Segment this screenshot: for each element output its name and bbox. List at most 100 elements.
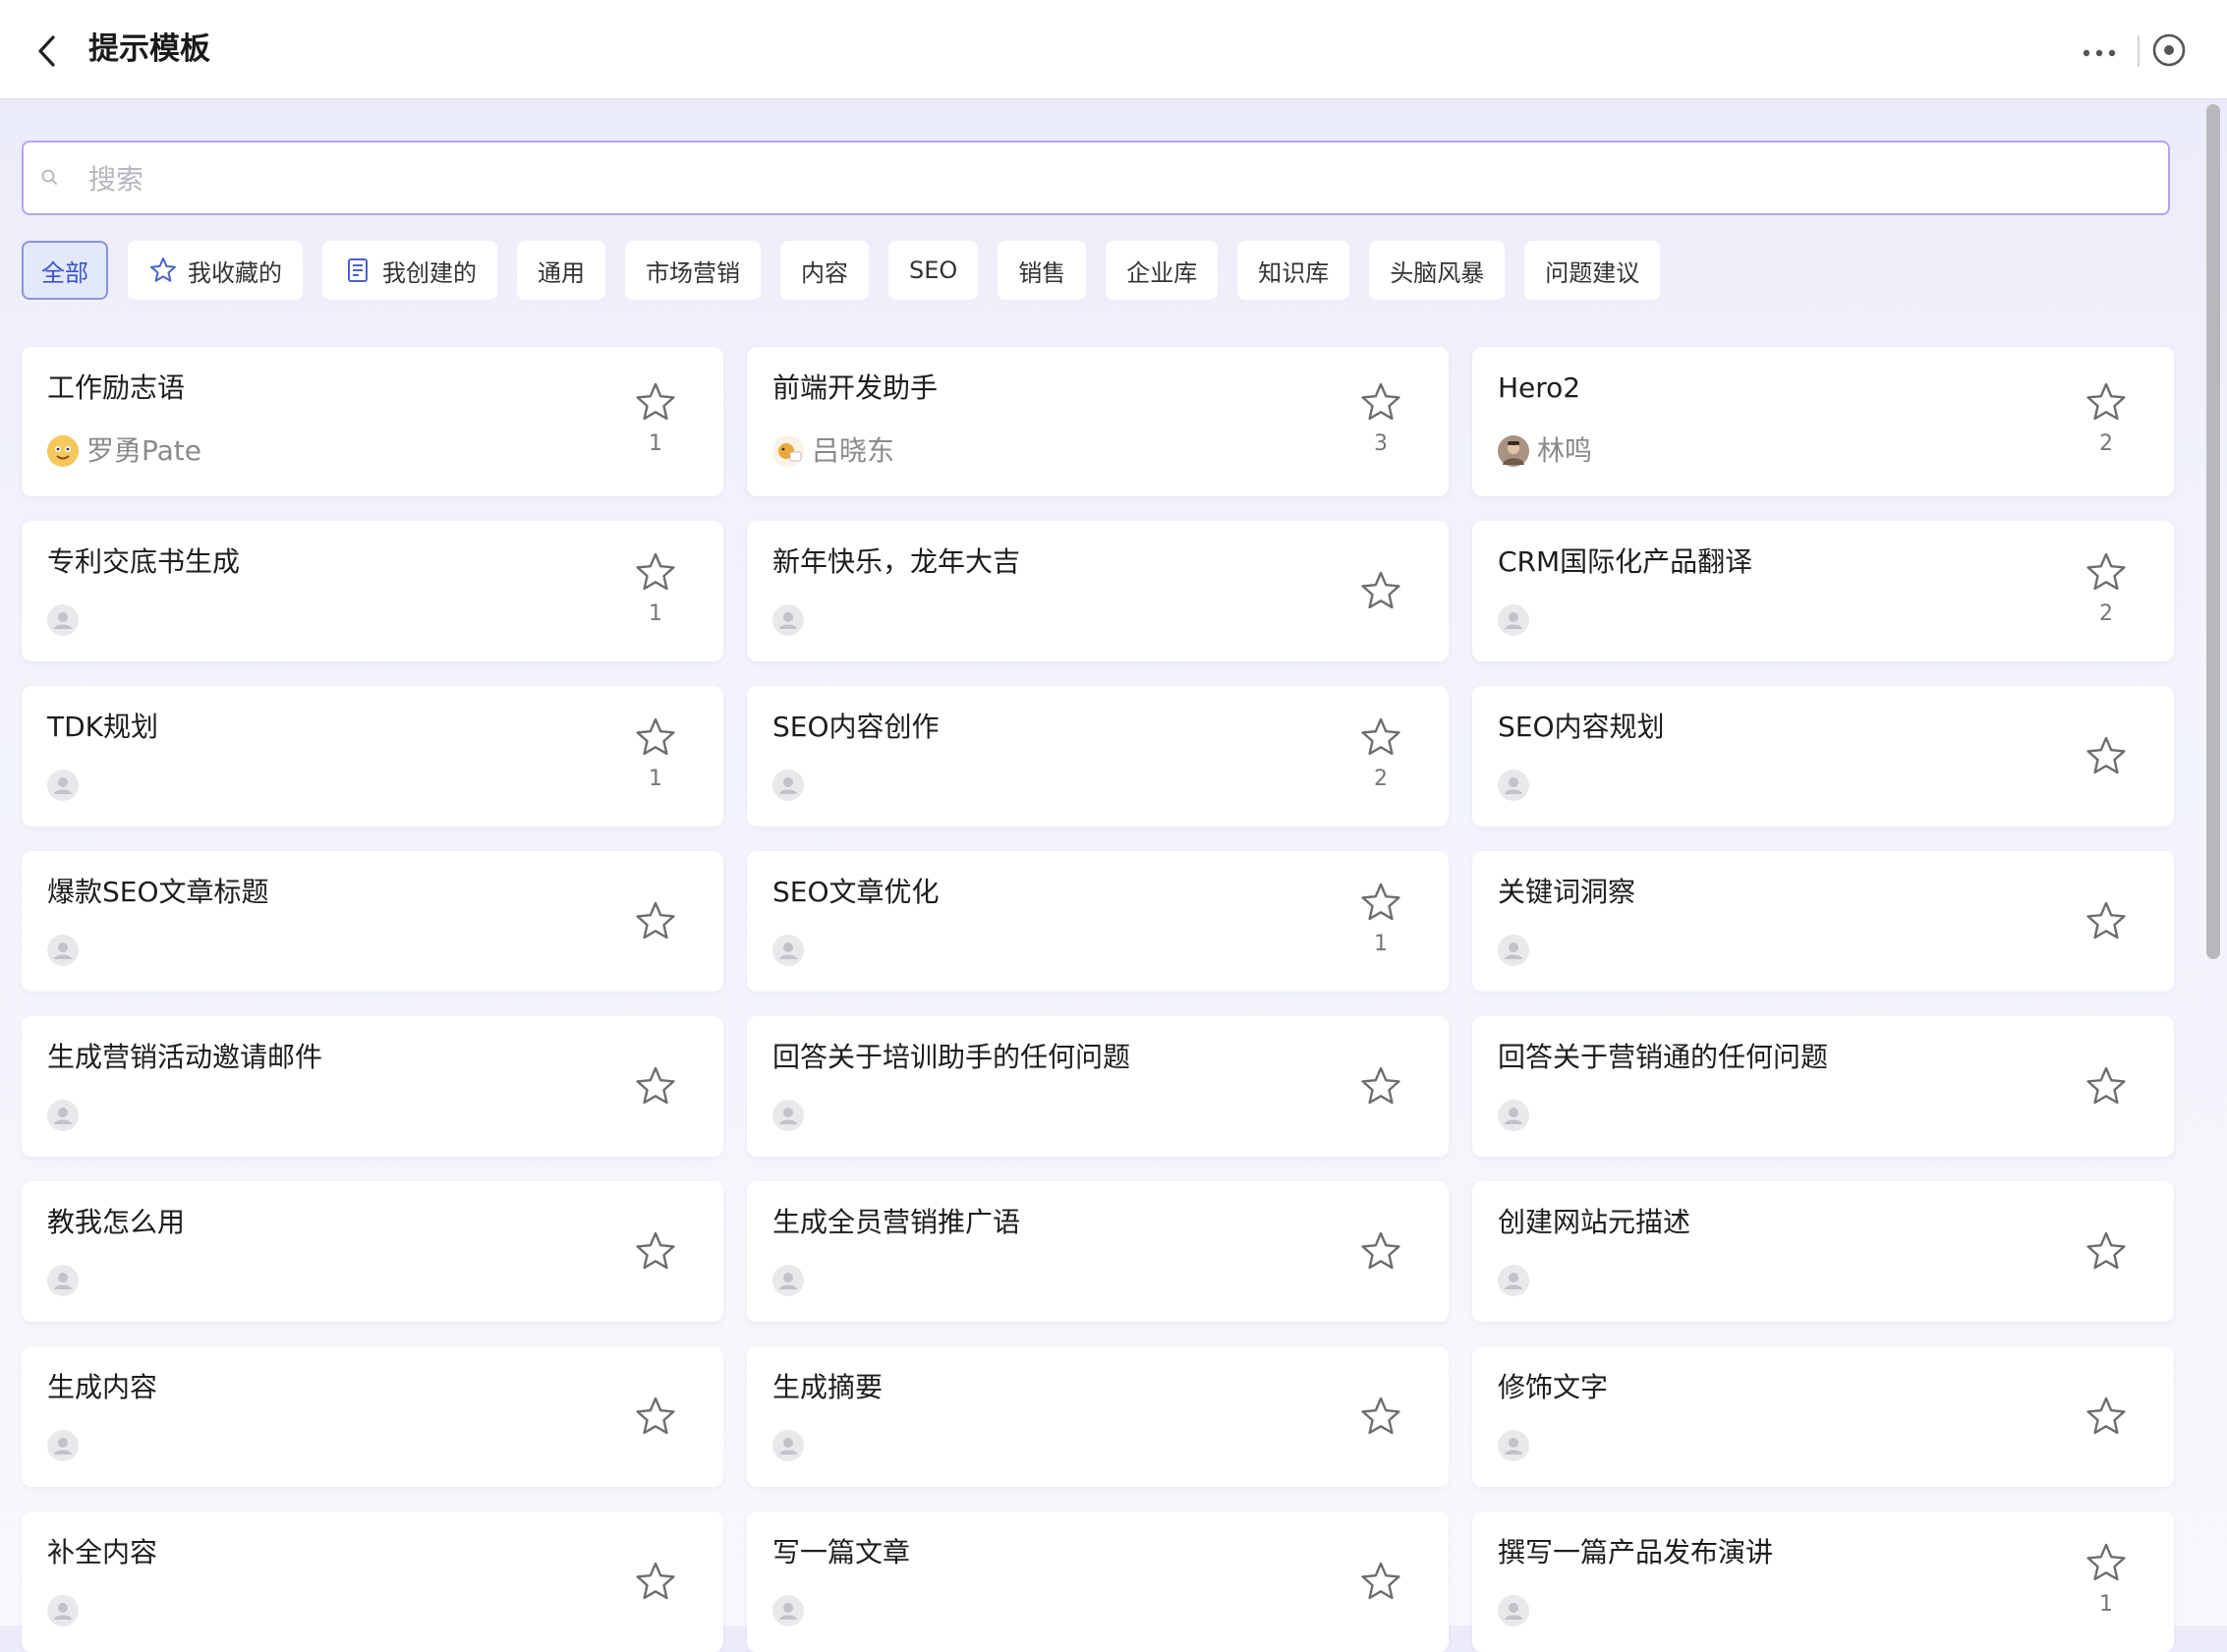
- default-user-avatar: [47, 1430, 79, 1461]
- favorite-star-icon[interactable]: [1358, 1229, 1403, 1275]
- template-title: 创建网站元描述: [1498, 1206, 1691, 1238]
- more-horizontal-icon: [2083, 49, 2116, 57]
- scrollbar-thumb[interactable]: [2206, 104, 2220, 959]
- favorite-star-icon[interactable]: [2084, 380, 2129, 426]
- template-card[interactable]: 工作励志语 罗勇Pate 1: [22, 347, 723, 496]
- template-card[interactable]: 创建网站元描述: [1472, 1181, 2174, 1322]
- template-title: SEO文章优化: [772, 876, 940, 908]
- template-card[interactable]: 撰写一篇产品发布演讲 1: [1472, 1511, 2174, 1652]
- template-card[interactable]: 生成摘要: [747, 1346, 1449, 1487]
- filter-chip[interactable]: 头脑风暴: [1369, 241, 1506, 300]
- template-card[interactable]: 新年快乐，龙年大吉: [747, 521, 1449, 661]
- filter-chip[interactable]: 知识库: [1237, 241, 1350, 300]
- template-card[interactable]: 回答关于营销通的任何问题: [1472, 1016, 2174, 1157]
- default-user-avatar: [47, 769, 79, 801]
- favorite-star-icon[interactable]: [1358, 380, 1403, 426]
- favorite-star-icon[interactable]: [2084, 550, 2129, 596]
- template-title: 修饰文字: [1498, 1371, 1609, 1403]
- favorite-star-icon[interactable]: [1358, 1560, 1403, 1605]
- template-title: 生成营销活动邀请邮件: [47, 1041, 323, 1073]
- favorite-star-icon[interactable]: [1358, 1064, 1403, 1110]
- template-title: 撰写一篇产品发布演讲: [1498, 1536, 1774, 1568]
- template-card[interactable]: 专利交底书生成 1: [22, 521, 723, 661]
- category-filters: 全部 我收藏的 我创建的 通用 市场营销 内容 SEO 销售 企业库 知识库 头脑风暴 问题建议: [22, 241, 1661, 300]
- template-card[interactable]: 生成内容: [22, 1346, 723, 1487]
- filter-chip-label: SEO: [909, 256, 958, 284]
- template-card[interactable]: 生成营销活动邀请邮件: [22, 1016, 723, 1157]
- favorite-star-icon[interactable]: [633, 715, 678, 761]
- favorite-count: 2: [2099, 431, 2113, 456]
- more-button[interactable]: [2081, 39, 2120, 67]
- default-user-avatar: [1498, 1595, 1529, 1626]
- filter-chip[interactable]: 我收藏的: [128, 241, 303, 300]
- favorite-star-icon[interactable]: [633, 1064, 678, 1110]
- back-button[interactable]: [29, 30, 65, 72]
- favorite-star-icon[interactable]: [1358, 715, 1403, 761]
- search-input[interactable]: [86, 152, 2144, 205]
- filter-chip[interactable]: 全部: [22, 241, 108, 300]
- filter-chip[interactable]: 销售: [998, 241, 1087, 300]
- template-title: 写一篇文章: [772, 1536, 911, 1568]
- template-card[interactable]: 修饰文字: [1472, 1346, 2174, 1487]
- favorite-star-icon[interactable]: [2084, 899, 2129, 944]
- favorite-star-icon[interactable]: [1358, 569, 1403, 614]
- default-user-avatar: [1498, 769, 1529, 801]
- filter-chip[interactable]: 内容: [780, 241, 869, 300]
- favorite-star-icon[interactable]: [1358, 1395, 1403, 1440]
- favorite-star-icon[interactable]: [633, 899, 678, 944]
- filter-chip[interactable]: SEO: [888, 241, 979, 300]
- template-card[interactable]: SEO内容规划: [1472, 686, 2174, 826]
- filter-chip[interactable]: 企业库: [1106, 241, 1219, 300]
- favorite-star-icon[interactable]: [633, 1560, 678, 1605]
- favorite-star-icon[interactable]: [2084, 1541, 2129, 1586]
- document-icon: [343, 256, 372, 285]
- template-card[interactable]: 爆款SEO文章标题: [22, 851, 723, 992]
- default-user-avatar: [47, 935, 79, 966]
- filter-chip[interactable]: 我创建的: [322, 241, 497, 300]
- template-card[interactable]: 生成全员营销推广语: [747, 1181, 1449, 1322]
- filter-chip-label: 内容: [801, 258, 848, 287]
- filter-chip-label: 全部: [41, 258, 88, 287]
- default-user-avatar: [772, 604, 804, 636]
- favorite-count: 1: [2099, 1591, 2113, 1617]
- template-card[interactable]: 前端开发助手 吕晓东 3: [747, 347, 1449, 496]
- scrollbar[interactable]: [2201, 100, 2225, 1625]
- search-box[interactable]: [22, 141, 2170, 215]
- template-card[interactable]: Hero2 林鸣 2: [1472, 347, 2174, 496]
- template-card[interactable]: 写一篇文章: [747, 1511, 1449, 1652]
- filter-chip[interactable]: 问题建议: [1524, 241, 1661, 300]
- template-author: 林鸣: [1537, 434, 1593, 467]
- template-title: TDK规划: [47, 711, 159, 743]
- default-user-avatar: [47, 1265, 79, 1296]
- favorite-star-icon[interactable]: [633, 1395, 678, 1440]
- filter-chip[interactable]: 市场营销: [625, 241, 761, 300]
- default-user-avatar: [47, 1100, 79, 1131]
- filter-chip-label: 头脑风暴: [1390, 258, 1485, 287]
- top-bar: 提示模板: [0, 0, 2227, 100]
- template-card[interactable]: CRM国际化产品翻译 2: [1472, 521, 2174, 661]
- template-card[interactable]: 补全内容: [22, 1511, 723, 1652]
- favorite-count: 2: [1374, 766, 1388, 791]
- template-card[interactable]: 关键词洞察: [1472, 851, 2174, 992]
- favorite-star-icon[interactable]: [1358, 881, 1403, 926]
- template-card[interactable]: TDK规划 1: [22, 686, 723, 826]
- template-card[interactable]: SEO文章优化 1: [747, 851, 1449, 992]
- favorite-star-icon[interactable]: [633, 380, 678, 426]
- template-card[interactable]: 教我怎么用: [22, 1181, 723, 1322]
- favorite-star-icon[interactable]: [633, 1229, 678, 1275]
- favorite-star-icon[interactable]: [2084, 1064, 2129, 1110]
- filter-chip-label: 知识库: [1258, 258, 1330, 287]
- filter-chip-label: 我收藏的: [188, 258, 282, 287]
- favorite-star-icon[interactable]: [2084, 734, 2129, 779]
- template-card[interactable]: SEO内容创作 2: [747, 686, 1449, 826]
- filter-chip[interactable]: 通用: [517, 241, 605, 300]
- favorite-star-icon[interactable]: [633, 550, 678, 596]
- cartoon-face-avatar: [47, 435, 79, 467]
- favorite-star-icon[interactable]: [2084, 1395, 2129, 1440]
- favorite-star-icon[interactable]: [2084, 1229, 2129, 1275]
- template-title: 前端开发助手: [772, 371, 939, 404]
- template-title: 工作励志语: [47, 371, 186, 404]
- record-button[interactable]: [2150, 31, 2188, 69]
- default-user-avatar: [772, 1430, 804, 1461]
- template-card[interactable]: 回答关于培训助手的任何问题: [747, 1016, 1449, 1157]
